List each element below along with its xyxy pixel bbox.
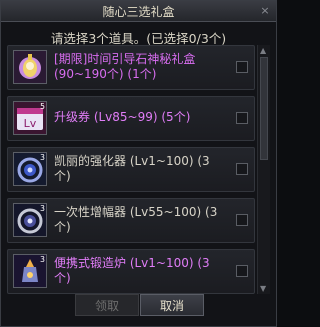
- list-item[interactable]: 3 一次性增幅器 (Lv55~100) (3个): [7, 198, 255, 243]
- scroll-down-icon[interactable]: ▼: [260, 284, 266, 293]
- item-count-badge: 3: [40, 204, 45, 213]
- dialog-title: 随心三选礼盒: [102, 5, 175, 19]
- item-checkbox[interactable]: [236, 265, 248, 277]
- level-ticket-icon: Lv 5: [13, 101, 47, 135]
- list-item[interactable]: 3 便携式锻造炉 (Lv1~100) (3个): [7, 249, 255, 294]
- title-bar: 随心三选礼盒 ×: [1, 1, 276, 22]
- item-name: 便携式锻造炉 (Lv1~100) (3个): [54, 256, 210, 285]
- forge-icon: 3: [13, 254, 47, 288]
- list-item[interactable]: Lv 5 升级券 (Lv85~99) (5个): [7, 96, 255, 141]
- item-count-badge: 3: [40, 153, 45, 162]
- item-count-badge: 5: [40, 102, 45, 111]
- list-item[interactable]: [期限]时间引导石神秘礼盒 (90~190个) (1个): [7, 45, 255, 90]
- item-name: 凯丽的强化器 (Lv1~100) (3个): [54, 154, 210, 183]
- item-count-badge: 3: [40, 255, 45, 264]
- item-checkbox[interactable]: [236, 214, 248, 226]
- enhancer-icon: 3: [13, 152, 47, 186]
- item-name: [期限]时间引导石神秘礼盒 (90~190个) (1个): [54, 52, 196, 81]
- claim-button[interactable]: 领取: [75, 294, 139, 316]
- item-name: 一次性增幅器 (Lv55~100) (3个): [54, 205, 218, 234]
- item-list: [期限]时间引导石神秘礼盒 (90~190个) (1个) Lv 5 升级券 (L…: [7, 45, 255, 294]
- scrollbar-thumb[interactable]: [260, 57, 268, 160]
- item-checkbox[interactable]: [236, 163, 248, 175]
- amplifier-icon: 3: [13, 203, 47, 237]
- close-icon[interactable]: ×: [258, 4, 272, 18]
- item-name: 升级券 (Lv85~99) (5个): [54, 110, 191, 124]
- scroll-up-icon[interactable]: ▲: [260, 46, 266, 55]
- svg-text:Lv: Lv: [24, 117, 37, 130]
- gift-box-icon: [13, 50, 47, 84]
- gift-select-dialog: 随心三选礼盒 × 请选择3个道具。(已选择0/3个) [期限]时间引导石神秘礼盒…: [0, 0, 277, 327]
- list-item[interactable]: 3 凯丽的强化器 (Lv1~100) (3个): [7, 147, 255, 192]
- cancel-button[interactable]: 取消: [140, 294, 204, 316]
- scrollbar[interactable]: ▲ ▼: [257, 45, 270, 294]
- item-checkbox[interactable]: [236, 61, 248, 73]
- item-checkbox[interactable]: [236, 112, 248, 124]
